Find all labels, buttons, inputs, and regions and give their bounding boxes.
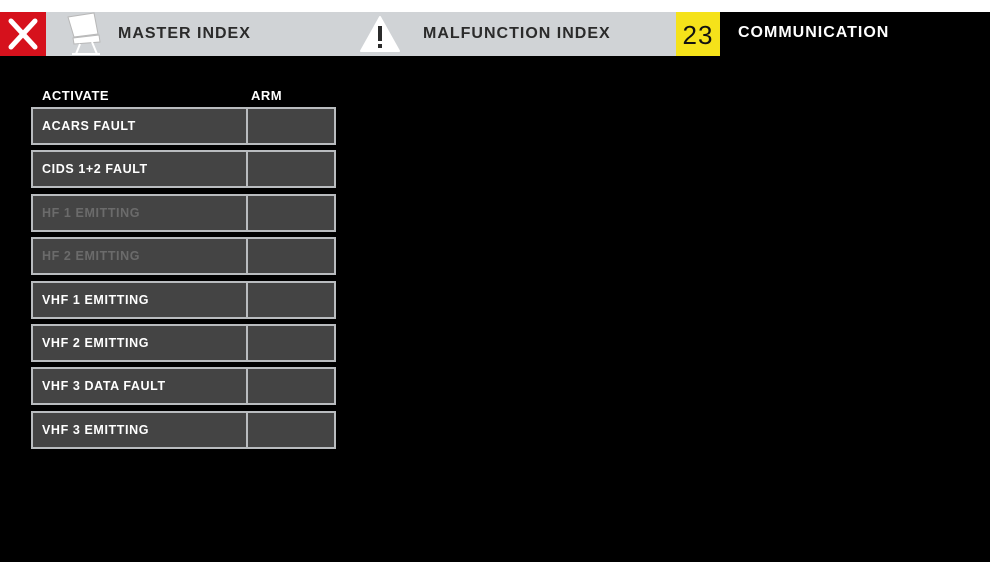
- master-index-label: MASTER INDEX: [118, 25, 251, 42]
- activate-column-header: ACTIVATE: [42, 88, 110, 103]
- malfunction-row: VHF 1 EMITTING: [0, 281, 340, 321]
- activate-button[interactable]: HF 2 EMITTING: [31, 237, 249, 275]
- malfunction-index-button[interactable]: MALFUNCTION INDEX: [350, 12, 670, 56]
- arm-button[interactable]: [246, 324, 336, 362]
- close-x-icon: [8, 18, 38, 50]
- malfunction-row: CIDS 1+2 FAULT: [0, 150, 340, 190]
- malfunction-row: VHF 3 EMITTING: [0, 411, 340, 451]
- activate-button[interactable]: VHF 3 EMITTING: [31, 411, 249, 449]
- activate-button[interactable]: VHF 2 EMITTING: [31, 324, 249, 362]
- arm-button[interactable]: [246, 150, 336, 188]
- arm-button[interactable]: [246, 411, 336, 449]
- chapter-title-area: COMMUNICATION: [720, 12, 990, 56]
- arm-column-header: ARM: [251, 88, 283, 103]
- close-button[interactable]: [0, 12, 46, 56]
- arm-button[interactable]: [246, 367, 336, 405]
- activate-button[interactable]: VHF 1 EMITTING: [31, 281, 249, 319]
- activate-button[interactable]: HF 1 EMITTING: [31, 194, 249, 232]
- arm-button[interactable]: [246, 237, 336, 275]
- malfunction-page: MASTER INDEX MALFUNCTION INDEX 23 COMMUN…: [0, 0, 990, 562]
- malfunction-index-label: MALFUNCTION INDEX: [423, 25, 611, 42]
- arm-button[interactable]: [246, 107, 336, 145]
- activate-button[interactable]: VHF 3 DATA FAULT: [31, 367, 249, 405]
- malfunction-row: HF 2 EMITTING: [0, 237, 340, 277]
- malfunction-row: HF 1 EMITTING: [0, 194, 340, 234]
- arm-button[interactable]: [246, 194, 336, 232]
- top-strip: [0, 0, 990, 12]
- malfunction-row: VHF 2 EMITTING: [0, 324, 340, 364]
- aircraft-seat-icon: [64, 12, 104, 61]
- master-index-button[interactable]: MASTER INDEX: [50, 12, 330, 56]
- arm-button[interactable]: [246, 281, 336, 319]
- chapter-title: COMMUNICATION: [738, 24, 890, 41]
- activate-button[interactable]: ACARS FAULT: [31, 107, 249, 145]
- warning-triangle-icon: [358, 14, 402, 59]
- malfunction-row: ACARS FAULT: [0, 107, 340, 147]
- malfunction-row: VHF 3 DATA FAULT: [0, 367, 340, 407]
- activate-button[interactable]: CIDS 1+2 FAULT: [31, 150, 249, 188]
- chapter-number-badge: 23: [676, 12, 720, 56]
